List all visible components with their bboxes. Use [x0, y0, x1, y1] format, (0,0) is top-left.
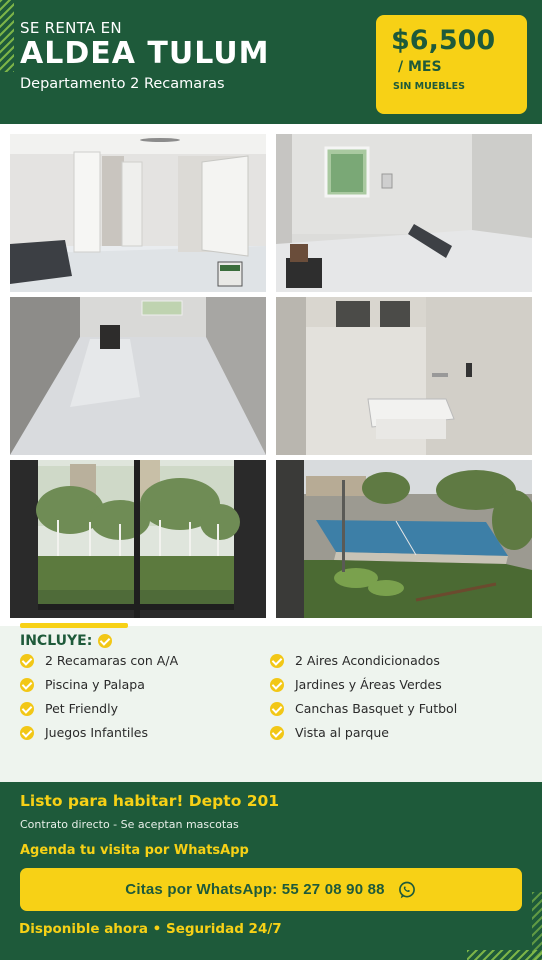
- footer: Listo para habitar! Depto 201 Contrato d…: [0, 782, 542, 960]
- photo-window-view[interactable]: [10, 460, 266, 618]
- over-title: SE RENTA EN: [20, 19, 122, 37]
- amenity-item: Vista al parque: [270, 725, 389, 740]
- availability-text: Disponible ahora • Seguridad 24/7: [19, 921, 282, 937]
- sports-courts-image: [276, 460, 532, 618]
- window-view-image: [10, 460, 266, 618]
- header: SE RENTA EN ALDEA TULUM Departamento 2 R…: [0, 0, 542, 124]
- amenity-item: 2 Recamaras con A/A: [20, 653, 178, 668]
- listing-title: ALDEA TULUM: [20, 36, 270, 71]
- price-badge: $6,500 / MES SIN MUEBLES: [376, 15, 527, 114]
- check-icon: [270, 677, 284, 692]
- amenity-item: 2 Aires Acondicionados: [270, 653, 440, 668]
- check-icon: [20, 701, 34, 716]
- price-period: / MES: [398, 59, 442, 75]
- amenity-label: Juegos Infantiles: [45, 725, 149, 740]
- photo-living-room[interactable]: [10, 134, 266, 292]
- amenity-item: Pet Friendly: [20, 701, 118, 716]
- whatsapp-icon: [398, 881, 415, 898]
- laundry-image: [276, 297, 532, 455]
- price-amount: $6,500: [391, 25, 496, 56]
- living-room-image: [10, 134, 266, 292]
- check-icon: [270, 725, 284, 740]
- photo-gallery: [0, 124, 542, 626]
- agenda-text: Agenda tu visita por WhatsApp: [20, 843, 249, 858]
- photo-bedroom[interactable]: [276, 134, 532, 292]
- check-icon: [20, 725, 34, 740]
- bedroom-image: [276, 134, 532, 292]
- amenity-label: Piscina y Palapa: [45, 677, 145, 692]
- amenity-label: 2 Aires Acondicionados: [295, 653, 440, 668]
- includes-heading: INCLUYE:: [20, 633, 113, 649]
- photo-sports-courts[interactable]: [276, 460, 532, 618]
- check-icon: [270, 653, 284, 668]
- section-accent-bar: [20, 623, 128, 628]
- check-icon: [20, 653, 34, 668]
- amenity-item: Canchas Basquet y Futbol: [270, 701, 457, 716]
- decorative-hatch: [0, 0, 14, 72]
- includes-title: INCLUYE:: [20, 633, 93, 649]
- price-note: SIN MUEBLES: [393, 81, 465, 92]
- amenity-item: Jardines y Áreas Verdes: [270, 677, 442, 692]
- contract-note: Contrato directo - Se aceptan mascotas: [20, 818, 239, 831]
- amenity-label: 2 Recamaras con A/A: [45, 653, 179, 668]
- amenity-label: Canchas Basquet y Futbol: [295, 701, 458, 716]
- ready-headline: Listo para habitar! Depto 201: [20, 792, 280, 810]
- photo-laundry[interactable]: [276, 297, 532, 455]
- whatsapp-cta-button[interactable]: Citas por WhatsApp: 55 27 08 90 88: [20, 868, 522, 911]
- cta-label: Citas por WhatsApp: 55 27 08 90 88: [125, 881, 385, 898]
- listing-subtitle: Departamento 2 Recamaras: [20, 76, 225, 92]
- amenity-label: Pet Friendly: [45, 701, 118, 716]
- amenity-label: Jardines y Áreas Verdes: [295, 677, 442, 692]
- amenity-label: Vista al parque: [295, 725, 389, 740]
- check-icon: [270, 701, 284, 716]
- decorative-hatch: [467, 950, 542, 960]
- includes-section: INCLUYE: 2 Recamaras con A/A 2 Aires Aco…: [0, 623, 542, 782]
- check-icon: [98, 634, 113, 648]
- hallway-image: [10, 297, 266, 455]
- amenity-item: Piscina y Palapa: [20, 677, 145, 692]
- amenity-item: Juegos Infantiles: [20, 725, 148, 740]
- photo-hallway[interactable]: [10, 297, 266, 455]
- check-icon: [20, 677, 34, 692]
